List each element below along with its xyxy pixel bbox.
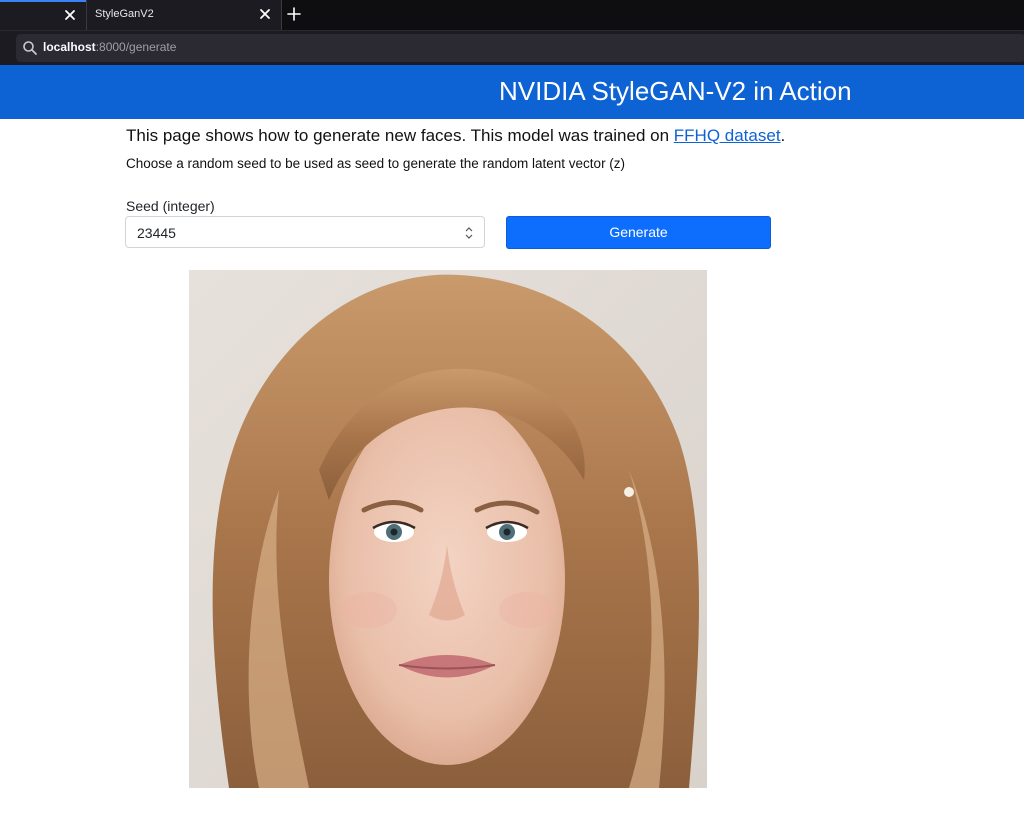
- close-icon[interactable]: [257, 6, 273, 22]
- tab-title: StyleGanV2: [95, 8, 154, 20]
- close-icon[interactable]: [62, 7, 78, 23]
- search-icon: [23, 41, 37, 55]
- main-content: This page shows how to generate new face…: [0, 119, 1024, 821]
- browser-tab-bar: StyleGanV2: [0, 0, 1024, 31]
- page-header: NVIDIA StyleGAN-V2 in Action: [0, 65, 1024, 119]
- seed-input[interactable]: 23445: [125, 216, 485, 248]
- page-title: NVIDIA StyleGAN-V2 in Action: [499, 76, 852, 106]
- face-illustration: [189, 270, 707, 788]
- seed-instructions: Choose a random seed to be used as seed …: [126, 156, 626, 171]
- ffhq-dataset-link[interactable]: FFHQ dataset: [674, 126, 781, 145]
- intro-text-after: .: [780, 126, 786, 145]
- browser-toolbar: localhost:8000/generate: [0, 31, 1024, 65]
- seed-value: 23445: [137, 225, 176, 241]
- generated-face-image: [189, 270, 707, 788]
- spinner-arrows-icon[interactable]: [464, 225, 474, 241]
- browser-tab-stylegan[interactable]: StyleGanV2: [86, 0, 282, 30]
- browser-tab-previous[interactable]: [0, 0, 86, 30]
- seed-label: Seed (integer): [126, 198, 215, 214]
- generate-button[interactable]: Generate: [506, 216, 771, 249]
- intro-text-before: This page shows how to generate new face…: [126, 126, 674, 145]
- url-host: localhost: [43, 40, 96, 54]
- url-path: :8000/generate: [95, 40, 177, 54]
- address-bar[interactable]: localhost:8000/generate: [16, 34, 1024, 62]
- plus-icon[interactable]: [285, 5, 303, 23]
- url-text[interactable]: localhost:8000/generate: [43, 40, 176, 54]
- intro-text: This page shows how to generate new face…: [126, 126, 785, 146]
